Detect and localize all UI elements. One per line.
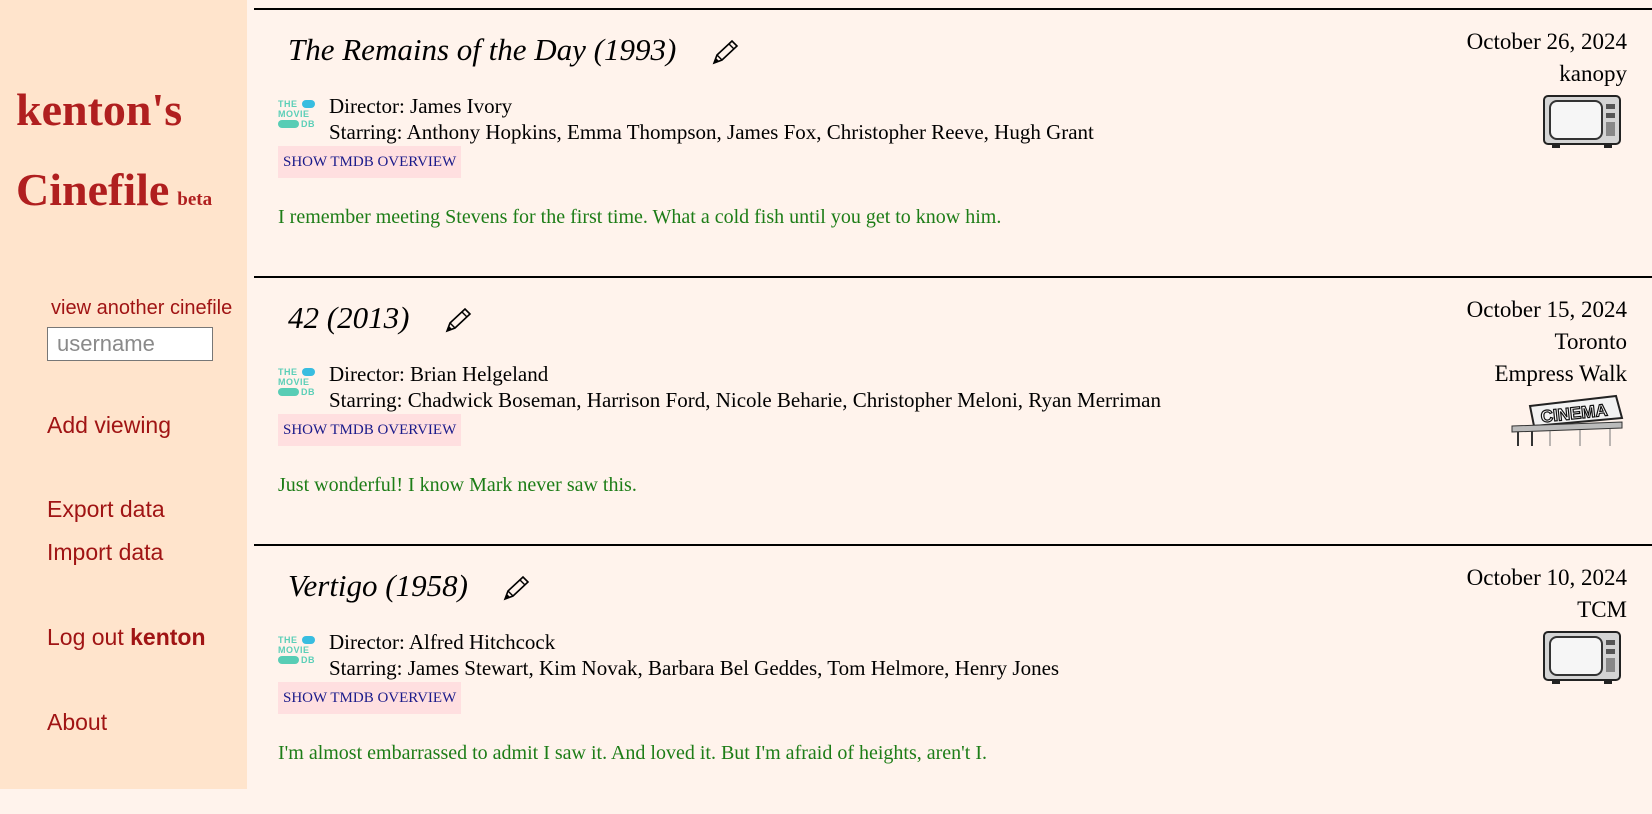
credits: Director: Alfred Hitchcock Starring: Jam…	[329, 629, 1059, 681]
edit-pencil-icon[interactable]	[708, 38, 740, 68]
viewing-comment: I remember meeting Stevens for the first…	[278, 206, 1002, 228]
viewing-meta: October 26, 2024 kanopy	[1467, 26, 1627, 90]
viewing-date: October 15, 2024	[1466, 297, 1627, 322]
viewings-list: The Remains of the Day (1993) THE MOVIE …	[254, 0, 1652, 789]
sidebar: kenton's Cinefile beta view another cinef…	[0, 0, 247, 789]
tmdb-logo-icon[interactable]: THE MOVIE DB	[278, 634, 318, 668]
edit-pencil-icon[interactable]	[441, 306, 473, 336]
director: Director: James Ivory	[329, 94, 513, 118]
viewing-location: kanopy	[1559, 61, 1627, 86]
logo-line-2: Cinefile	[16, 164, 170, 215]
import-data-link[interactable]: Import data	[47, 539, 163, 566]
viewing-date: October 26, 2024	[1466, 29, 1627, 54]
view-another-label: view another cinefile	[51, 297, 233, 319]
viewing-entry: 42 (2013) THE MOVIE DB Director: Brian H…	[254, 276, 1652, 546]
viewing-entry: Vertigo (1958) THE MOVIE DB Director: Al…	[254, 544, 1652, 814]
add-viewing-link[interactable]: Add viewing	[47, 412, 171, 439]
about-link[interactable]: About	[47, 709, 107, 736]
tmdb-logo-icon[interactable]: THE MOVIE DB	[278, 366, 318, 400]
director: Director: Alfred Hitchcock	[329, 630, 556, 654]
credits: Director: Brian Helgeland Starring: Chad…	[329, 361, 1161, 413]
show-tmdb-overview-button[interactable]: SHOW TMDB OVERVIEW	[278, 146, 462, 178]
viewing-location: TCM	[1577, 597, 1627, 622]
starring: Starring: James Stewart, Kim Novak, Barb…	[329, 656, 1060, 680]
tmdb-logo-icon[interactable]: THE MOVIE DB	[278, 98, 318, 132]
starring: Starring: Chadwick Boseman, Harrison For…	[329, 388, 1161, 412]
username-input[interactable]	[47, 327, 213, 361]
beta-badge: beta	[177, 189, 213, 210]
tv-icon	[1543, 95, 1621, 148]
viewing-venue: Empress Walk	[1494, 361, 1627, 386]
logo-line-1: kenton's	[16, 84, 183, 135]
cinema-icon: CINEMA	[1511, 394, 1624, 446]
log-out-username: kenton	[130, 624, 206, 650]
viewing-location: Toronto	[1554, 329, 1628, 354]
log-out-link[interactable]: Log out kenton	[47, 624, 206, 651]
show-tmdb-overview-button[interactable]: SHOW TMDB OVERVIEW	[278, 414, 462, 446]
export-data-link[interactable]: Export data	[47, 496, 165, 523]
viewing-comment: Just wonderful! I know Mark never saw th…	[278, 474, 637, 496]
edit-pencil-icon[interactable]	[499, 574, 531, 604]
starring: Starring: Anthony Hopkins, Emma Thompson…	[329, 120, 1094, 144]
viewing-meta: October 10, 2024 TCM	[1467, 562, 1627, 626]
show-tmdb-overview-button[interactable]: SHOW TMDB OVERVIEW	[278, 682, 462, 714]
credits: Director: James Ivory Starring: Anthony …	[329, 93, 1094, 145]
tv-icon	[1543, 631, 1621, 684]
movie-title: 42 (2013)	[288, 300, 410, 335]
log-out-label: Log out	[47, 624, 124, 650]
viewing-date: October 10, 2024	[1466, 565, 1627, 590]
site-logo[interactable]: kenton's Cinefile beta	[16, 70, 212, 240]
movie-title: The Remains of the Day (1993)	[288, 32, 677, 67]
viewing-meta: October 15, 2024 Toronto Empress Walk	[1467, 294, 1627, 390]
viewing-entry: The Remains of the Day (1993) THE MOVIE …	[254, 8, 1652, 278]
viewing-comment: I'm almost embarrassed to admit I saw it…	[278, 742, 987, 764]
director: Director: Brian Helgeland	[329, 362, 549, 386]
movie-title: Vertigo (1958)	[288, 568, 468, 603]
